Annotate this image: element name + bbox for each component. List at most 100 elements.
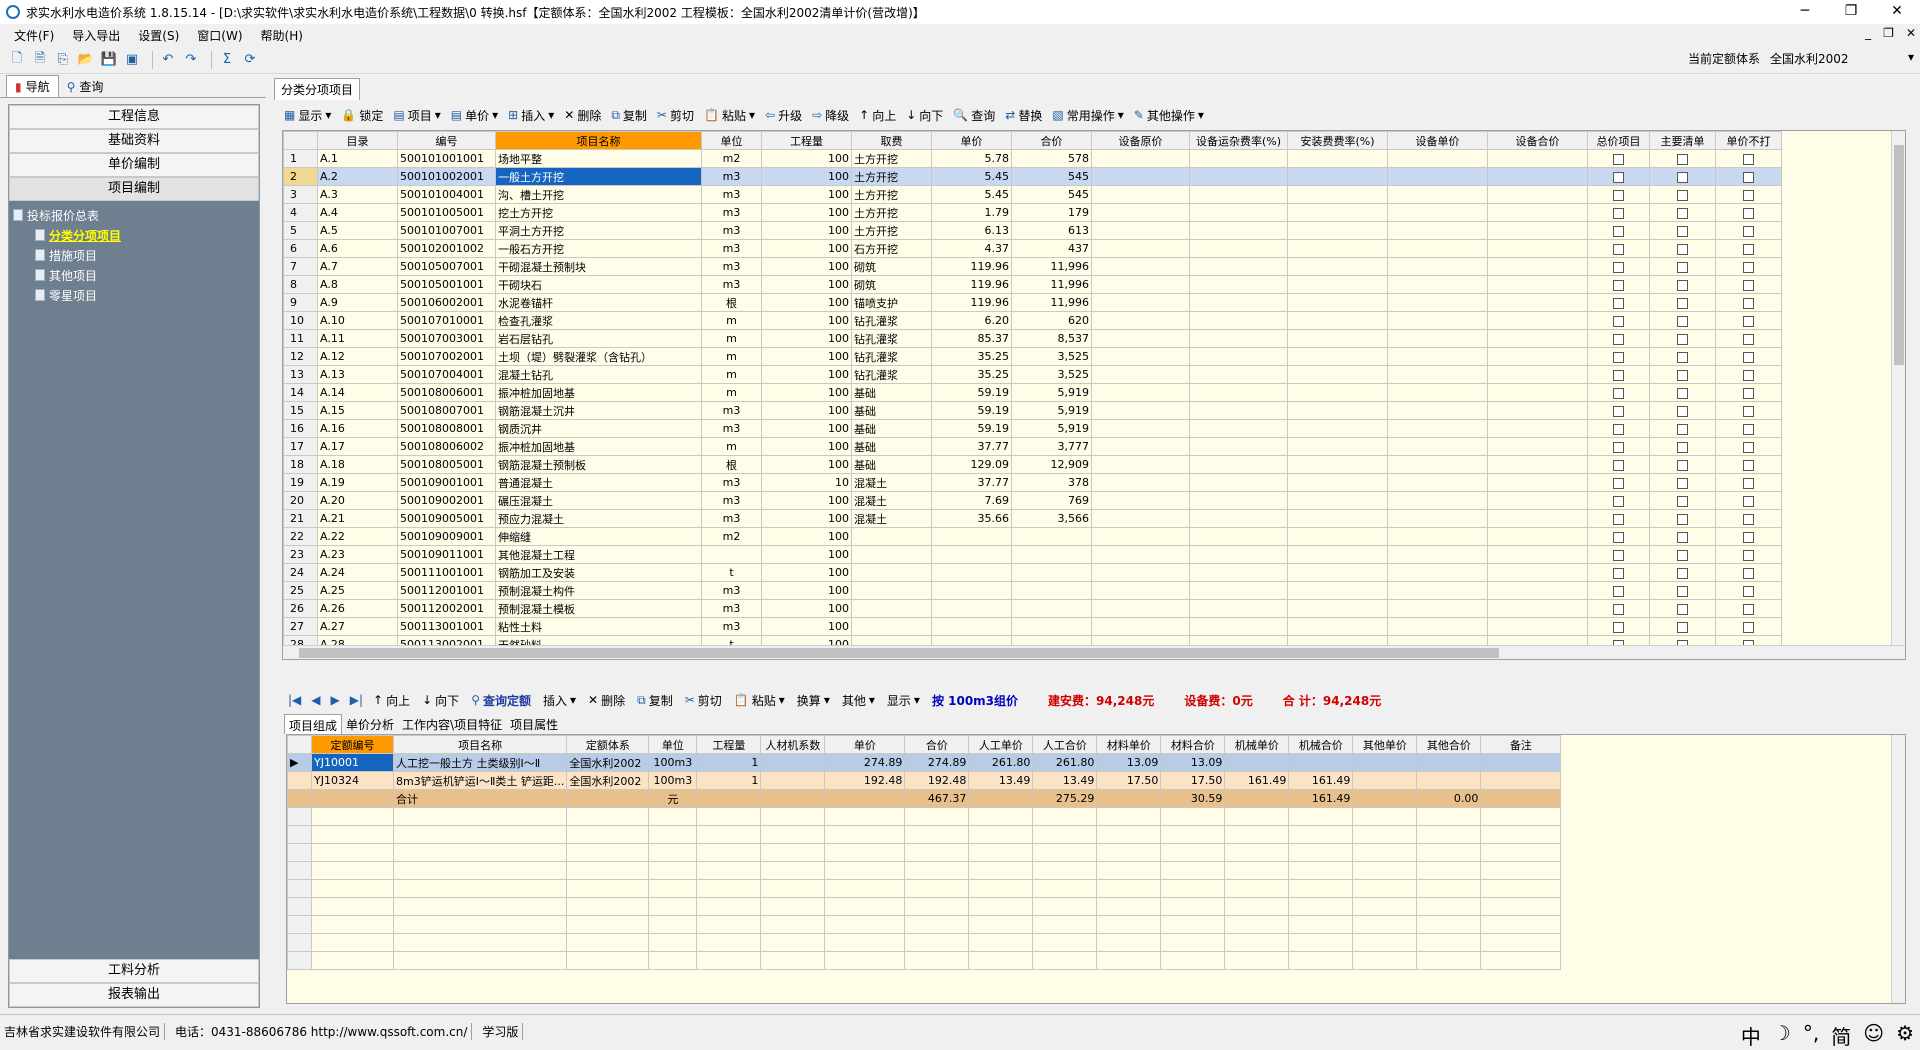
col-header[interactable]: 备注 [1480,735,1562,754]
table-cell[interactable] [1487,455,1588,474]
checkbox-icon[interactable] [1677,603,1688,615]
row-checkbox[interactable] [1587,293,1650,312]
table-cell[interactable]: 粘性土料 [495,617,702,636]
row-checkbox[interactable] [1587,401,1650,420]
table-cell[interactable]: 100m3 [648,753,698,772]
col-header[interactable]: 设备运杂费率(%) [1189,131,1288,150]
other-button[interactable]: 其他 ▾ [842,692,875,709]
table-cell[interactable]: m2 [701,527,762,546]
table-cell[interactable]: 12 [283,347,318,366]
checkbox-icon[interactable] [1743,387,1754,399]
table-cell[interactable] [1287,527,1388,546]
table-cell[interactable]: 石方开挖 [851,239,932,258]
maximize-icon[interactable]: ❐ [1828,0,1874,24]
col-header[interactable]: 总价项目 [1587,131,1650,150]
table-cell[interactable] [1287,149,1388,168]
smiley-icon[interactable]: ☺ [1863,1021,1884,1050]
table-cell[interactable]: 3,525 [1011,347,1092,366]
row-checkbox[interactable] [1587,185,1650,204]
table-cell[interactable] [1387,563,1488,582]
table-cell[interactable] [1287,347,1388,366]
table-cell[interactable]: 0.00 [1416,789,1482,808]
table-cell[interactable]: 22 [283,527,318,546]
table-cell[interactable]: 500112002001 [397,599,496,618]
table-row[interactable]: 15 A.15 500108007001 钢筋混凝土沉井 m3 100 基础 59.19 5,9… [283,401,1782,420]
checkbox-icon[interactable] [1743,567,1754,579]
table-cell[interactable]: m3 [701,185,762,204]
table-cell[interactable] [1091,167,1190,186]
table-cell[interactable] [1487,203,1588,222]
move-up-button[interactable]: ↑ 向上 [859,107,896,124]
table-cell[interactable] [1387,491,1488,510]
table-cell[interactable]: 钢筋混凝土预制板 [495,455,702,474]
table-cell[interactable] [1189,221,1288,240]
table-cell[interactable]: m [701,383,762,402]
table-cell[interactable]: 元 [648,789,698,808]
table-cell[interactable]: 25 [283,581,318,600]
table-cell[interactable]: A.19 [317,473,398,492]
checkbox-icon[interactable] [1613,459,1624,471]
checkbox-icon[interactable] [1613,513,1624,525]
checkbox-icon[interactable] [1677,549,1688,561]
table-cell[interactable] [1091,383,1190,402]
row-checkbox[interactable] [1715,149,1782,168]
table-row[interactable]: 24 A.24 500111001001 钢筋加工及安装 t 100 [283,563,1782,582]
table-cell[interactable]: 100 [761,401,852,420]
table-cell[interactable] [1387,293,1488,312]
table-cell[interactable]: 161.49 [1288,771,1354,790]
row-checkbox[interactable] [1715,455,1782,474]
table-cell[interactable] [1287,509,1388,528]
table-cell[interactable]: 5,919 [1011,383,1092,402]
table-cell[interactable] [1487,509,1588,528]
checkbox-icon[interactable] [1613,171,1624,183]
table-cell[interactable]: 1.79 [931,203,1012,222]
row-checkbox[interactable] [1587,167,1650,186]
table-cell[interactable] [1011,581,1092,600]
col-header[interactable]: 单位 [701,131,762,150]
nav-project-info[interactable]: 工程信息 [9,105,259,129]
table-cell[interactable] [1091,545,1190,564]
delete-button[interactable]: ✕ 删除 [564,107,601,124]
table-cell[interactable]: m3 [701,473,762,492]
table-cell[interactable]: 人工挖一般土方 土类级别Ⅰ～Ⅱ [392,753,568,772]
tree-item-sporadic[interactable]: 零星项目 [13,285,255,305]
table-cell[interactable] [311,789,394,808]
table-cell[interactable]: 10 [283,311,318,330]
table-cell[interactable]: 8m3铲运机铲运Ⅰ～Ⅱ类土 铲运距... [392,771,568,790]
table-cell[interactable] [1189,599,1288,618]
table-cell[interactable]: 8 [283,275,318,294]
row-checkbox[interactable] [1649,509,1716,528]
checkbox-icon[interactable] [1743,621,1754,633]
table-cell[interactable]: 24 [283,563,318,582]
table-cell[interactable]: m2 [701,149,762,168]
row-checkbox[interactable] [1715,401,1782,420]
table-cell[interactable] [1387,581,1488,600]
table-cell[interactable]: 27 [283,617,318,636]
row-indicator[interactable] [287,789,312,808]
row-checkbox[interactable] [1587,383,1650,402]
table-cell[interactable] [1487,383,1588,402]
table-cell[interactable]: 基础 [851,455,932,474]
table-cell[interactable]: m3 [701,617,762,636]
menu-import-export[interactable]: 导入导出 [66,27,132,44]
table-row[interactable]: 22 A.22 500109009001 伸缩缝 m2 100 [283,527,1782,546]
col-header[interactable]: 定额编号 [311,735,394,754]
col-header[interactable]: 单价 [931,131,1012,150]
row-checkbox[interactable] [1587,617,1650,636]
row-checkbox[interactable] [1649,347,1716,366]
row-checkbox[interactable] [1649,401,1716,420]
moon-icon[interactable]: ☽ [1773,1021,1791,1050]
table-cell[interactable] [1487,491,1588,510]
table-cell[interactable]: 100 [761,599,852,618]
table-cell[interactable]: 13.09 [1160,753,1226,772]
row-checkbox[interactable] [1587,257,1650,276]
cut-button[interactable]: ✂ 剪切 [657,107,694,124]
checkbox-icon[interactable] [1613,261,1624,273]
table-cell[interactable]: A.16 [317,419,398,438]
table-cell[interactable]: m3 [701,257,762,276]
table-cell[interactable]: 769 [1011,491,1092,510]
nav-material-analysis[interactable]: 工料分析 [9,959,259,983]
table-cell[interactable]: 500109009001 [397,527,496,546]
table-cell[interactable]: 基础 [851,419,932,438]
checkbox-icon[interactable] [1677,333,1688,345]
